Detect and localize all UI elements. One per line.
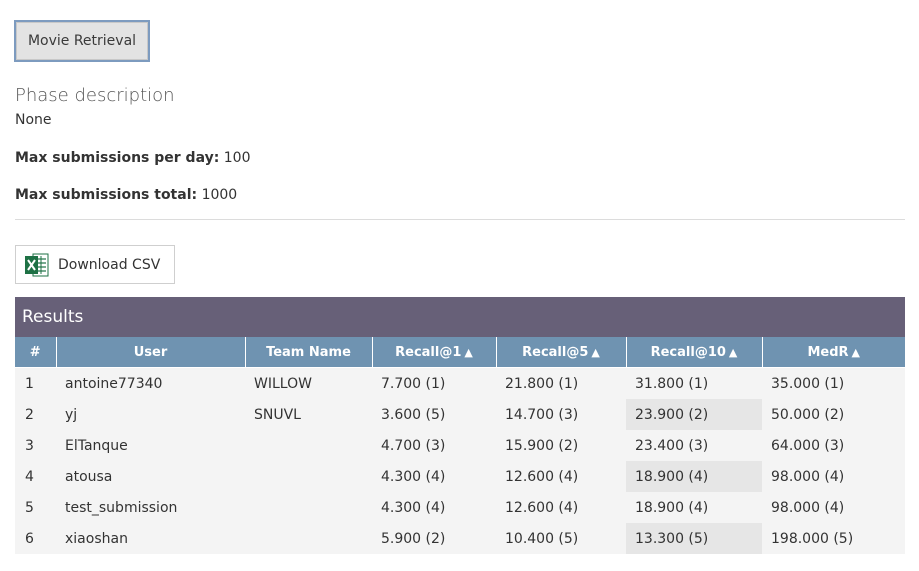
user-cell: yj: [56, 399, 245, 430]
user-cell: ElTanque: [56, 430, 245, 461]
recall-5-cell: 15.900 (2): [496, 430, 626, 461]
recall-1-cell: 5.900 (2): [372, 523, 496, 554]
max-per-day-label: Max submissions per day:: [15, 150, 220, 166]
team-cell: [245, 492, 372, 523]
user-cell: xiaoshan: [56, 523, 245, 554]
recall-5-cell: 12.600 (4): [496, 461, 626, 492]
max-submissions-per-day: Max submissions per day: 100: [15, 150, 251, 166]
recall-5-cell: 12.600 (4): [496, 492, 626, 523]
download-csv-button[interactable]: Download CSV: [15, 245, 175, 284]
recall-1-cell: 4.300 (4): [372, 461, 496, 492]
max-per-day-value: 100: [223, 150, 251, 166]
table-row: 4 atousa 4.300 (4) 12.600 (4) 18.900 (4)…: [15, 461, 905, 492]
results-table: # User Team Name Recall@1 ▲ Recall@5 ▲ Rec…: [15, 337, 905, 554]
recall-5-cell: 10.400 (5): [496, 523, 626, 554]
team-cell: [245, 430, 372, 461]
column-header-user[interactable]: User: [56, 337, 246, 368]
excel-icon: [24, 252, 49, 278]
team-cell: WILLOW: [245, 367, 372, 399]
recall-1-cell: 7.700 (1): [372, 367, 496, 399]
medr-cell: 35.000 (1): [762, 367, 905, 399]
recall-10-cell: 18.900 (4): [626, 492, 762, 523]
max-total-value: 1000: [201, 187, 238, 203]
user-cell: test_submission: [56, 492, 245, 523]
column-header-recall-1[interactable]: Recall@1 ▲: [372, 337, 497, 368]
medr-cell: 50.000 (2): [762, 399, 905, 430]
phase-button-movie-retrieval[interactable]: Movie Retrieval: [14, 20, 150, 62]
sort-ascending-icon: ▲: [851, 345, 861, 359]
table-row: 3 ElTanque 4.700 (3) 15.900 (2) 23.400 (…: [15, 430, 905, 461]
results-header-row: # User Team Name Recall@1 ▲ Recall@5 ▲ Rec…: [15, 337, 905, 368]
medr-cell: 198.000 (5): [762, 523, 905, 554]
table-row: 1 antoine77340 WILLOW 7.700 (1) 21.800 (…: [15, 367, 905, 399]
max-total-label: Max submissions total:: [15, 187, 198, 203]
team-cell: [245, 523, 372, 554]
results-panel: Results # User Team Name Recall@1 ▲ Recal…: [15, 297, 905, 554]
phase-description-text: None: [15, 112, 52, 128]
medr-cell: 64.000 (3): [762, 430, 905, 461]
max-submissions-total: Max submissions total: 1000: [15, 187, 237, 203]
medr-cell: 98.000 (4): [762, 461, 905, 492]
recall-10-cell: 23.400 (3): [626, 430, 762, 461]
sort-ascending-icon: ▲: [591, 345, 600, 359]
rank-cell: 2: [15, 399, 56, 430]
column-header-team-name[interactable]: Team Name: [245, 337, 373, 368]
recall-1-cell: 3.600 (5): [372, 399, 496, 430]
recall-5-cell: 14.700 (3): [496, 399, 626, 430]
recall-10-cell: 31.800 (1): [626, 367, 762, 399]
recall-10-cell: 18.900 (4): [626, 461, 762, 492]
team-cell: [245, 461, 372, 492]
user-cell: antoine77340: [56, 367, 245, 399]
phase-description-heading: Phase description: [15, 85, 175, 106]
table-row: 2 yj SNUVL 3.600 (5) 14.700 (3) 23.900 (…: [15, 399, 905, 430]
medr-cell: 98.000 (4): [762, 492, 905, 523]
column-header-rank[interactable]: #: [15, 337, 57, 368]
rank-cell: 1: [15, 367, 56, 399]
column-header-recall-10[interactable]: Recall@10 ▲: [626, 337, 763, 368]
column-header-recall-5[interactable]: Recall@5 ▲: [496, 337, 627, 368]
section-divider: [15, 219, 905, 220]
recall-5-cell: 21.800 (1): [496, 367, 626, 399]
column-header-medr[interactable]: MedR ▲: [762, 337, 905, 368]
download-csv-label: Download CSV: [58, 256, 161, 273]
table-row: 6 xiaoshan 5.900 (2) 10.400 (5) 13.300 (…: [15, 523, 905, 554]
sort-ascending-icon: ▲: [728, 345, 738, 359]
user-cell: atousa: [56, 461, 245, 492]
table-row: 5 test_submission 4.300 (4) 12.600 (4) 1…: [15, 492, 905, 523]
rank-cell: 5: [15, 492, 56, 523]
sort-ascending-icon: ▲: [464, 345, 473, 359]
rank-cell: 4: [15, 461, 56, 492]
recall-10-cell: 13.300 (5): [626, 523, 762, 554]
recall-1-cell: 4.700 (3): [372, 430, 496, 461]
results-title: Results: [15, 297, 905, 337]
recall-10-cell: 23.900 (2): [626, 399, 762, 430]
recall-1-cell: 4.300 (4): [372, 492, 496, 523]
rank-cell: 3: [15, 430, 56, 461]
rank-cell: 6: [15, 523, 56, 554]
team-cell: SNUVL: [245, 399, 372, 430]
